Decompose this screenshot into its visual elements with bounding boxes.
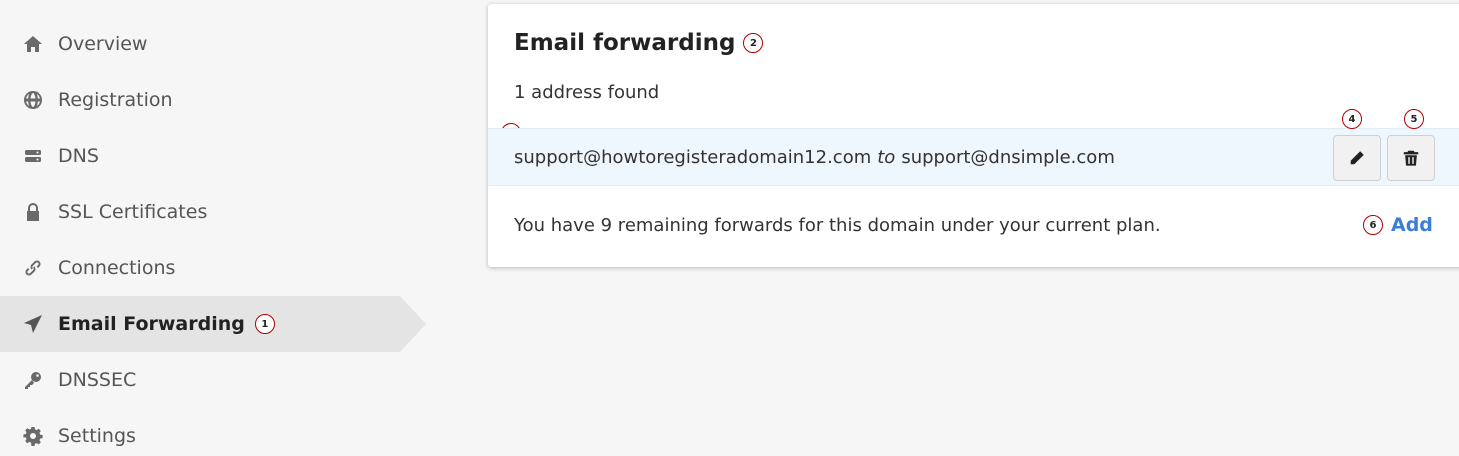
annotation-marker-6: 6 — [1363, 215, 1383, 235]
forward-connector: to — [877, 146, 896, 168]
pencil-icon — [1350, 151, 1364, 165]
key-icon — [22, 369, 44, 391]
trash-icon — [1403, 150, 1419, 166]
sidebar-item-dnssec[interactable]: DNSSEC — [0, 352, 430, 408]
server-icon — [22, 145, 44, 167]
annotation-marker-5: 5 — [1404, 109, 1424, 129]
sidebar-item-email-forwarding[interactable]: Email Forwarding 1 — [0, 296, 426, 352]
sidebar-item-label: Email Forwarding — [58, 313, 245, 335]
add-forward-link[interactable]: Add — [1391, 214, 1433, 236]
sidebar-item-label: Registration — [58, 89, 173, 111]
annotation-marker-4: 4 — [1342, 109, 1362, 129]
sidebar-item-ssl-certificates[interactable]: SSL Certificates — [0, 184, 430, 240]
forward-from-address: support@howtoregisteradomain12.com — [514, 146, 872, 168]
sidebar-item-label: Settings — [58, 425, 136, 447]
home-icon — [22, 33, 44, 55]
annotation-marker-2: 2 — [743, 33, 764, 53]
forward-row[interactable]: support@howtoregisteradomain12.com to su… — [488, 128, 1459, 186]
sidebar-item-label: Connections — [58, 257, 176, 279]
add-forward-wrap: 6 Add — [1363, 214, 1433, 236]
sidebar-item-label: SSL Certificates — [58, 201, 208, 223]
delete-forward-button[interactable] — [1387, 135, 1435, 181]
sidebar-item-connections[interactable]: Connections — [0, 240, 430, 296]
globe-icon — [22, 89, 44, 111]
remaining-forwards-text: You have 9 remaining forwards for this d… — [514, 215, 1161, 236]
edit-forward-button[interactable] — [1333, 135, 1381, 181]
page-title-text: Email forwarding — [514, 30, 736, 56]
page-title: Email forwarding 2 — [514, 30, 764, 56]
sidebar-item-overview[interactable]: Overview — [0, 16, 430, 72]
sidebar-item-settings[interactable]: Settings — [0, 408, 430, 456]
gear-icon — [22, 425, 44, 447]
sidebar-item-dns[interactable]: DNS — [0, 128, 430, 184]
annotation-marker-1: 1 — [254, 314, 275, 334]
forward-to-address: support@dnsimple.com — [901, 146, 1115, 168]
email-forwarding-card: Email forwarding 2 1 address found 3 sup… — [488, 4, 1459, 267]
paper-plane-icon — [22, 313, 44, 335]
link-icon — [22, 257, 44, 279]
sidebar-item-registration[interactable]: Registration — [0, 72, 430, 128]
address-count: 1 address found — [514, 82, 660, 103]
page: Overview Registration DNS SSL Certificat… — [0, 0, 1459, 456]
sidebar-item-label: DNSSEC — [58, 369, 137, 391]
domain-sidebar: Overview Registration DNS SSL Certificat… — [0, 16, 430, 456]
lock-icon — [22, 201, 44, 223]
sidebar-item-label: Overview — [58, 33, 148, 55]
sidebar-item-label: DNS — [58, 145, 99, 167]
